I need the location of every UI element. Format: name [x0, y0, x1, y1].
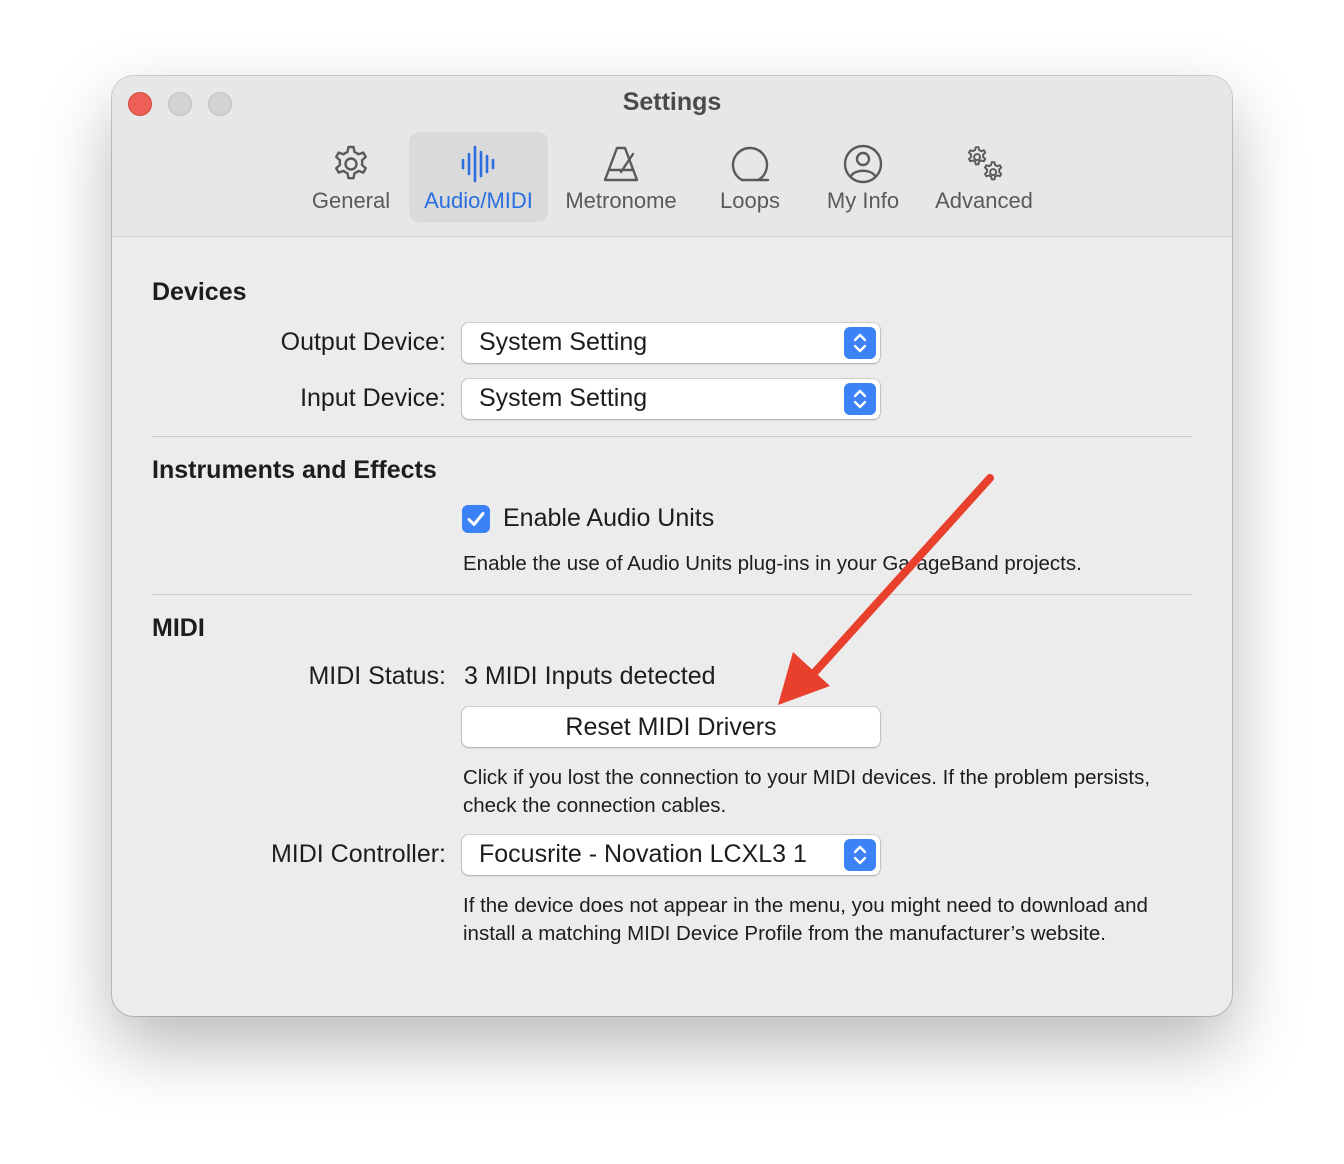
- output-device-popup[interactable]: System Setting: [462, 323, 880, 363]
- titlebar: Settings General Audio/MIDI Metronome Lo…: [112, 76, 1232, 237]
- checkmark-icon: [467, 512, 485, 526]
- tab-metronome-label: Metronome: [565, 188, 677, 213]
- tab-loops-label: Loops: [720, 188, 780, 213]
- popup-stepper: [844, 327, 876, 359]
- enable-audio-units-label[interactable]: Enable Audio Units: [503, 504, 714, 533]
- devices-heading: Devices: [152, 278, 247, 306]
- output-device-value: System Setting: [479, 328, 648, 356]
- reset-midi-help: Click if you lost the connection to your…: [463, 766, 1151, 817]
- person-circle-icon: [843, 144, 883, 184]
- tab-advanced-label: Advanced: [935, 188, 1033, 213]
- section-divider: [152, 436, 1192, 437]
- waveform-icon: [461, 145, 494, 183]
- input-device-label: Input Device:: [300, 384, 446, 412]
- output-device-label: Output Device:: [280, 328, 446, 356]
- midi-heading: MIDI: [152, 614, 205, 642]
- midi-status-value: 3 MIDI Inputs detected: [464, 662, 716, 690]
- tab-general-label: General: [311, 188, 391, 213]
- gear-icon: [335, 145, 367, 180]
- tab-my-info[interactable]: My Info: [814, 132, 912, 222]
- tab-metronome[interactable]: Metronome: [554, 132, 688, 222]
- midi-controller-value: Focusrite - Novation LCXL3 1: [479, 840, 807, 868]
- settings-toolbar: General Audio/MIDI Metronome Loops My In…: [112, 132, 1232, 224]
- metronome-icon: [603, 146, 639, 182]
- tab-loops[interactable]: Loops: [702, 132, 798, 222]
- midi-controller-label: MIDI Controller:: [270, 840, 446, 868]
- midi-controller-popup[interactable]: Focusrite - Novation LCXL3 1: [462, 835, 880, 875]
- gears-icon: [967, 146, 1003, 181]
- chevron-up-down-icon: [853, 333, 867, 353]
- reset-midi-drivers-button[interactable]: Reset MIDI Drivers: [462, 707, 880, 747]
- settings-window: Settings General Audio/MIDI Metronome Lo…: [112, 76, 1232, 1016]
- loop-icon: [731, 146, 770, 182]
- midi-controller-help: If the device does not appear in the men…: [463, 894, 1148, 945]
- popup-stepper: [844, 383, 876, 415]
- popup-stepper: [844, 839, 876, 871]
- midi-status-label: MIDI Status:: [308, 662, 446, 690]
- input-device-value: System Setting: [479, 384, 648, 412]
- section-divider: [152, 594, 1192, 595]
- tab-my-info-label: My Info: [826, 188, 900, 213]
- tab-advanced[interactable]: Advanced: [926, 132, 1042, 222]
- window-title: Settings: [622, 88, 722, 116]
- tab-audio-midi-label: Audio/MIDI: [424, 188, 533, 213]
- tab-audio-midi[interactable]: Audio/MIDI: [409, 132, 548, 222]
- instruments-heading: Instruments and Effects: [152, 456, 437, 484]
- input-device-popup[interactable]: System Setting: [462, 379, 880, 419]
- audio-units-help: Enable the use of Audio Units plug-ins i…: [463, 552, 1082, 575]
- chevron-up-down-icon: [853, 845, 867, 865]
- tab-general[interactable]: General: [302, 132, 400, 222]
- chevron-up-down-icon: [853, 389, 867, 409]
- enable-audio-units-checkbox[interactable]: [462, 505, 490, 533]
